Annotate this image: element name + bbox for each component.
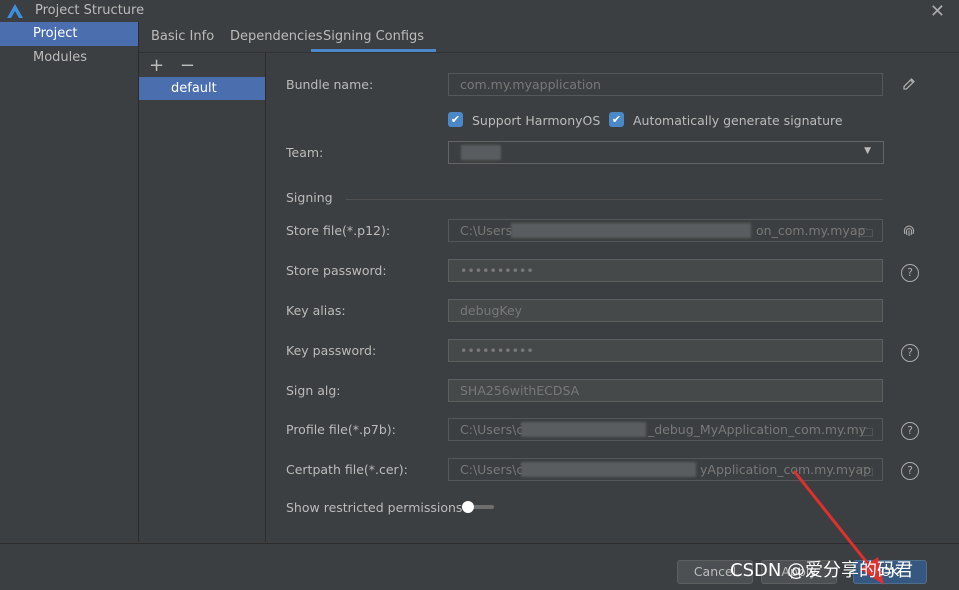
section-divider xyxy=(346,199,883,200)
store-password-field[interactable]: •••••••••• xyxy=(448,259,883,282)
key-alias-label: Key alias: xyxy=(286,303,346,318)
sign-alg-label: Sign alg: xyxy=(286,383,341,398)
tab-bar: Basic Info Dependencies Signing Configs xyxy=(139,22,959,53)
key-alias-field[interactable]: debugKey xyxy=(448,299,883,322)
auto-sign-checkbox[interactable]: ✔ xyxy=(609,112,624,127)
watermark-text: CSDN @爱分享的码君 xyxy=(730,560,914,581)
toggle-knob xyxy=(462,501,474,513)
close-icon[interactable]: ✕ xyxy=(930,1,945,22)
store-file-path-end: on_com.my.myap xyxy=(756,223,866,238)
nav-item-modules[interactable]: Modules xyxy=(0,46,138,70)
support-harmonyos-checkbox[interactable]: ✔ xyxy=(448,112,463,127)
config-item-default[interactable]: default xyxy=(139,77,265,100)
tab-basic-info[interactable]: Basic Info xyxy=(151,22,214,52)
redacted-path xyxy=(521,422,646,437)
help-icon[interactable]: ? xyxy=(901,344,919,362)
store-file-path-start: C:\Users\ xyxy=(460,223,517,238)
help-icon[interactable]: ? xyxy=(901,462,919,480)
folder-icon[interactable]: 🗀 xyxy=(856,223,878,240)
profile-file-label: Profile file(*.p7b): xyxy=(286,422,396,437)
certpath-file-path-start: C:\Users\c xyxy=(460,462,524,477)
list-toolbar: + − xyxy=(149,55,205,76)
restricted-permissions-label: Show restricted permissions xyxy=(286,500,463,515)
redacted-path xyxy=(511,223,751,238)
key-password-label: Key password: xyxy=(286,343,377,358)
redacted-team xyxy=(461,145,501,160)
signing-section-title: Signing xyxy=(286,190,333,205)
fingerprint-icon[interactable] xyxy=(901,222,917,238)
support-harmonyos-label: Support HarmonyOS xyxy=(472,113,601,128)
nav-item-project[interactable]: Project xyxy=(0,22,138,46)
store-file-label: Store file(*.p12): xyxy=(286,223,391,238)
bundle-name-field[interactable]: com.my.myapplication xyxy=(448,73,883,96)
edit-pencil-icon[interactable] xyxy=(901,76,917,92)
window-title: Project Structure xyxy=(35,3,145,18)
bundle-name-label: Bundle name: xyxy=(286,77,374,92)
profile-file-path-start: C:\Users\c xyxy=(460,422,524,437)
folder-icon[interactable]: 🗀 xyxy=(856,422,878,439)
team-dropdown[interactable]: ▼ xyxy=(448,141,884,164)
help-icon[interactable]: ? xyxy=(901,264,919,282)
certpath-file-label: Certpath file(*.cer): xyxy=(286,462,408,477)
tab-signing-configs[interactable]: Signing Configs xyxy=(311,22,437,52)
title-bar: Project Structure ✕ xyxy=(0,0,959,22)
tab-dependencies[interactable]: Dependencies xyxy=(230,22,323,52)
store-password-label: Store password: xyxy=(286,263,387,278)
auto-sign-label: Automatically generate signature xyxy=(633,113,843,128)
sign-alg-field[interactable]: SHA256withECDSA xyxy=(448,379,883,402)
redacted-path xyxy=(521,462,696,477)
profile-file-path-end: _debug_MyApplication_com.my.my xyxy=(648,422,867,437)
dropdown-arrow-icon: ▼ xyxy=(864,146,871,156)
app-logo-icon xyxy=(7,4,23,18)
restricted-permissions-toggle[interactable] xyxy=(462,501,496,513)
store-file-field[interactable]: C:\Users\ on_com.my.myap 🗀 xyxy=(448,219,883,242)
help-icon[interactable]: ? xyxy=(901,422,919,440)
key-password-field[interactable]: •••••••••• xyxy=(448,339,883,362)
remove-config-icon[interactable]: − xyxy=(180,55,195,76)
add-config-icon[interactable]: + xyxy=(149,55,164,76)
profile-file-field[interactable]: C:\Users\c _debug_MyApplication_com.my.m… xyxy=(448,418,883,441)
signing-config-list: + − default xyxy=(139,53,266,542)
team-label: Team: xyxy=(286,145,324,160)
left-navigation: Project Modules xyxy=(0,22,139,542)
